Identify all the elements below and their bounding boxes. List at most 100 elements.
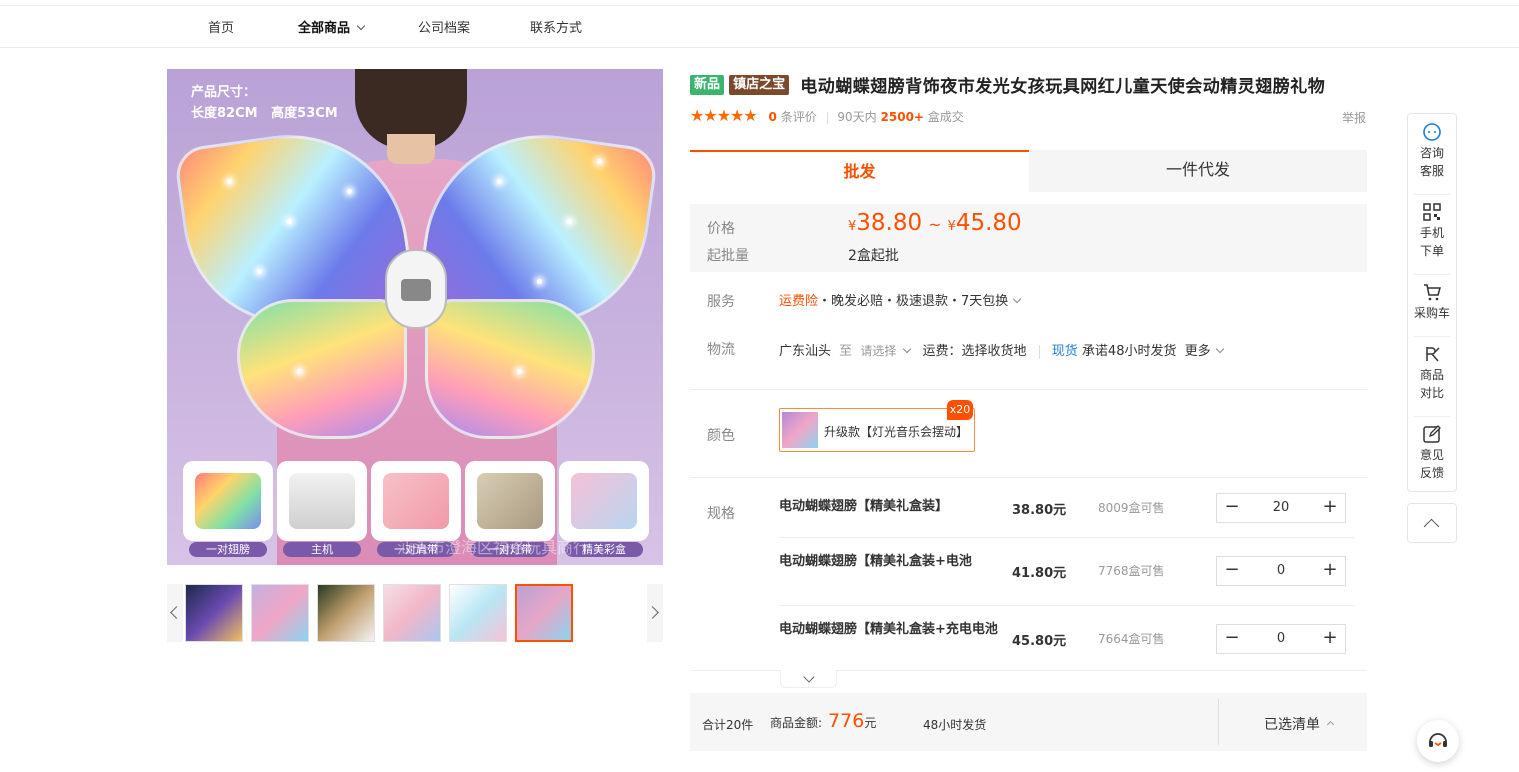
increment-button[interactable]: + [1315,625,1345,653]
thumbnail-active[interactable] [515,584,573,642]
divider [690,389,1367,390]
price-tilde: ~ [928,215,942,234]
sparkle [537,279,542,284]
thumbs-next-button[interactable] [646,584,663,642]
thumbnail[interactable] [383,584,441,642]
sparkle [567,219,572,224]
sales-prefix: 90天内 [837,110,877,124]
nav-all-products-label: 全部商品 [298,21,351,36]
decrement-button[interactable]: − [1217,625,1247,653]
sidebar-label: 反馈 [1419,466,1444,480]
nav-home[interactable]: 首页 [208,17,234,36]
amount-unit: 元 [864,716,877,730]
component-wings [183,461,273,541]
thumbnail[interactable] [317,584,375,642]
sidebar-label: 咨询 [1419,146,1444,160]
decrement-button[interactable]: − [1217,494,1247,522]
sidebar-mobile-order[interactable]: 手机 下单 [1408,202,1456,260]
divider [1414,274,1450,275]
spec-name: 电动蝴蝶翅膀【精美礼盒装】 [779,499,949,514]
sidebar-purchase-cart[interactable]: 采购车 [1408,282,1456,322]
color-option[interactable]: 升级款【灯光音乐会摆动】 [779,408,975,452]
model-neck [387,134,435,164]
sparkle [227,179,232,184]
spec-price: 41.80元 [1012,566,1067,581]
currency-symbol: ¥ [947,219,956,234]
quantity-input[interactable]: 0 [1247,557,1315,585]
thumbs-prev-button[interactable] [167,584,183,642]
main-product-image[interactable]: 产品尺寸： 长度82CM 高度53CM 一对翅膀 主机 一对肩带 一对灯带 精美… [167,69,663,565]
sidebar-label: 手机 [1419,226,1444,240]
in-stock-tag: 现货 [1051,344,1078,359]
report-link[interactable]: 举报 [1342,109,1366,126]
sales-count: 2500+ [880,110,924,124]
top-border [0,0,1519,6]
spec-row: 电动蝴蝶翅膀【精美礼盒装+充电电池 45.80元 7664盒可售 − 0 + [779,606,1355,670]
quantity-input[interactable]: 0 [1247,625,1315,653]
service-info[interactable]: 运费险・晚发必赔・极速退款・7天包换 [779,290,1022,309]
divider [826,111,828,124]
increment-button[interactable]: + [1315,494,1345,522]
amount-value: 776 [828,710,865,732]
amount-group: 商品金额: 776元 [770,710,876,732]
freight-text: 运费：选择收货地 [922,344,1027,359]
wing-motor-unit [385,249,447,329]
destination-select[interactable]: 请选择 [860,344,896,358]
nav-company-profile[interactable]: 公司档案 [418,17,470,36]
logistics-more[interactable]: 更多 [1185,344,1211,359]
color-option-label: 升级款【灯光音乐会摆动】 [824,425,969,439]
sidebar-customer-service[interactable]: 咨询 客服 [1408,122,1456,180]
increment-button[interactable]: + [1315,557,1345,585]
sidebar-feedback[interactable]: 意见 反馈 [1408,424,1456,482]
divider [1414,194,1450,195]
wing-lower-right [425,299,595,439]
tab-wholesale[interactable]: 批发 [690,150,1029,192]
thumbnail[interactable] [449,584,507,642]
sidebar-label: 商品 [1419,368,1444,382]
spec-price: 38.80元 [1012,503,1067,518]
decrement-button[interactable]: − [1217,557,1247,585]
review-count[interactable]: 0 [769,110,777,124]
spec-stock: 7664盒可售 [1098,632,1165,646]
divider [1218,699,1219,745]
service-label: 服务 [707,294,735,310]
selected-list-button[interactable]: 已选清单 [1264,714,1335,734]
qr-code-icon [1423,203,1441,221]
sparkle [257,269,262,274]
review-label[interactable]: 条评价 [781,110,817,124]
floating-sidebar: 咨询 客服 手机 下单 采购车 商品 对比 意见反馈 [1407,113,1457,492]
color-option-thumb [782,412,818,448]
floating-support-button[interactable] [1417,720,1459,762]
thumbnail-strip [167,584,663,644]
color-label: 颜色 [707,428,735,444]
edit-icon [1423,425,1441,443]
quantity-input[interactable]: 20 [1247,494,1315,522]
chevron-left-icon [170,606,183,619]
size-title: 产品尺寸： [191,85,257,100]
tab-dropship[interactable]: 一件代发 [1029,150,1367,192]
sparkle [597,159,602,164]
purchase-tabs: 批发 一件代发 [690,150,1367,192]
sidebar-label: 采购车 [1413,306,1450,320]
expand-specs-button[interactable] [780,670,837,688]
spec-name: 电动蝴蝶翅膀【精美礼盒装+充电电池 [779,622,998,637]
spec-price: 45.80元 [1012,634,1067,649]
nav-contact[interactable]: 联系方式 [530,17,582,36]
divider [1414,336,1450,337]
spec-label: 规格 [707,506,735,522]
product-title-row: 新品 镇店之宝 电动蝴蝶翅膀背饰夜市发光女孩玩具网红儿童天使会动精灵翅膀礼物 [690,72,1325,97]
size-values: 长度82CM 高度53CM [191,106,338,121]
wing-lower-left [237,299,407,439]
sidebar-compare[interactable]: 商品 对比 [1408,344,1456,402]
thumbnail[interactable] [185,584,243,642]
chevron-down-icon [356,21,366,31]
component-light-strips [465,461,555,541]
moq-value: 2盒起批 [848,248,899,264]
nav-all-products[interactable]: 全部商品 [298,17,366,36]
sidebar-label: 意见 [1419,448,1444,462]
amount-label: 商品金额: [770,716,823,730]
sparkle [287,219,292,224]
back-to-top-button[interactable] [1407,503,1457,543]
new-badge: 新品 [690,74,725,95]
thumbnail[interactable] [251,584,309,642]
